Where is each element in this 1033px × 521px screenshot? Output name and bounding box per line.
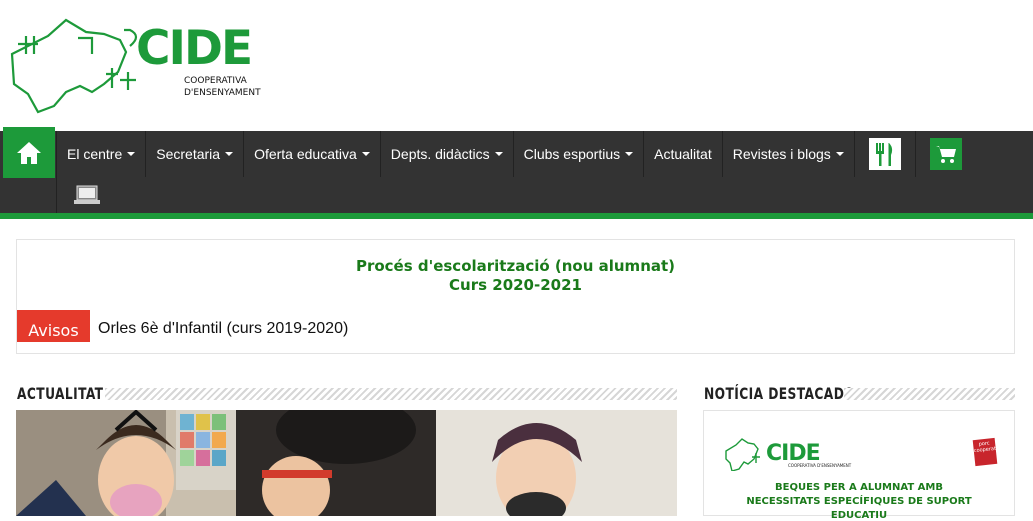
nav-item-actualitat[interactable]: Actualitat [643,131,722,177]
nav-item-oferta-educativa[interactable]: Oferta educativa [243,131,380,177]
section-divider-stripe [105,388,677,400]
chevron-down-icon [225,152,234,156]
chevron-down-icon [127,152,136,156]
nav-menu: El centre Secretaria Oferta educativa De… [56,131,976,177]
notice-title-line1[interactable]: Procés d'escolarització (nou alumnat) [17,257,1014,275]
cutlery-icon [868,138,901,170]
brand-name: CIDE [136,21,253,76]
featured-brand-sub: COOPERATIVA D'ENSENYAMENT [788,463,852,468]
nav-item-el-centre[interactable]: El centre [56,131,145,177]
nav-item-revistes-i-blogs[interactable]: Revistes i blogs [721,131,854,177]
brand-subtitle-line1: COOPERATIVA [184,76,247,86]
nav-item-label: El centre [67,146,123,162]
chevron-down-icon [625,152,634,156]
home-button[interactable] [3,127,55,178]
nav-item-label: Oferta educativa [254,146,357,162]
nav-accent-line [0,213,1033,219]
home-icon [17,141,41,164]
nav-item-label: Clubs esportius [523,146,621,162]
nav-item-label: Depts. didàctics [390,146,490,162]
virtual-campus-button[interactable] [56,177,116,213]
menjador-button[interactable] [853,131,915,177]
featured-section-title: NOTÍCIA DESTACADA [704,384,855,403]
chevron-down-icon [361,152,370,156]
actualitat-section-title: ACTUALITAT [17,384,104,403]
section-divider-stripe [844,388,1015,400]
chevron-down-icon [494,152,503,156]
shop-button[interactable] [914,131,976,177]
nav-item-depts-didactics[interactable]: Depts. didàctics [379,131,513,177]
chevron-down-icon [835,152,844,156]
laptop-icon [73,185,100,204]
featured-headline-line1: BEQUES PER A ALUMNAT AMB [775,482,943,493]
avisos-label: Avisos [17,310,90,342]
news-photo[interactable] [16,410,677,516]
nav-item-label: Secretaria [156,146,221,162]
nav-item-clubs-esportius[interactable]: Clubs esportius [512,131,644,177]
featured-news-card[interactable]: CIDE COOPERATIVA D'ENSENYAMENT porc coop… [703,410,1015,521]
porc-cooperativa-badge: porc cooperativa [972,437,1004,467]
featured-headline-line2: NECESSITATS ESPECÍFIQUES DE SUPORT [746,496,972,507]
news-ticker-item[interactable]: Orles 6è d'Infantil (curs 2019-2020) [98,320,348,338]
cide-logo-mark-icon [725,438,760,471]
halloween-children-photo [16,410,677,516]
nav-item-label: Revistes i blogs [732,146,831,162]
brand-subtitle-line2: D'ENSENYAMENT [184,88,261,98]
notice-panel: Procés d'escolarització (nou alumnat) Cu… [16,239,1015,354]
notice-title-line2[interactable]: Curs 2020-2021 [17,276,1014,294]
nav-item-secretaria[interactable]: Secretaria [145,131,243,177]
nav-item-label: Actualitat [654,146,712,162]
site-logo[interactable]: CIDE COOPERATIVA D'ENSENYAMENT [8,14,268,114]
cart-icon [929,138,962,170]
site-header: CIDE COOPERATIVA D'ENSENYAMENT [0,0,1033,131]
